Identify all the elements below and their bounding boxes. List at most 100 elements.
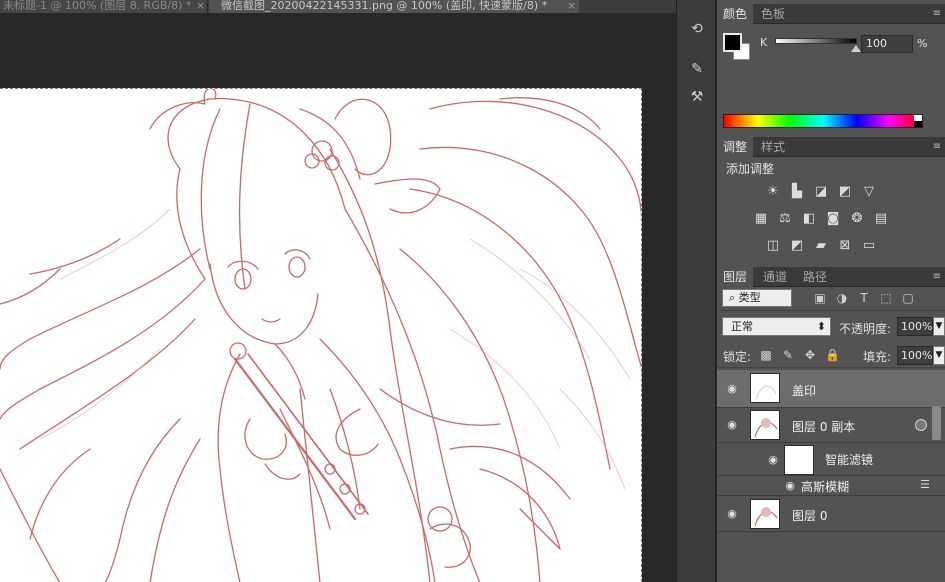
channel-label: K <box>760 36 768 49</box>
kind-filter-label: 类型 <box>738 291 761 304</box>
brush-presets-icon[interactable]: ✎ <box>684 58 710 80</box>
adjustments-panel-tabs: 调整 样式 ≡ <box>717 137 945 157</box>
tab-swatches[interactable]: 色板 <box>755 4 791 24</box>
blend-mode-label: 正常 <box>731 320 753 333</box>
slider-knob-icon[interactable] <box>851 45 861 52</box>
chevron-down-icon: ⬍ <box>816 320 826 333</box>
tool-presets-icon[interactable]: ⚒ <box>684 86 710 108</box>
tab-color[interactable]: 颜色 <box>717 4 754 24</box>
tab-styles[interactable]: 样式 <box>755 137 791 157</box>
lock-transparency-icon[interactable]: ▩ <box>759 348 773 362</box>
blend-row: 正常 ⬍ 不透明度: 100% ▼ <box>717 313 945 339</box>
hue-saturation-icon[interactable]: ▦ <box>753 212 769 226</box>
layer-thumbnail <box>750 410 780 440</box>
curves-icon[interactable]: ◪ <box>813 185 829 199</box>
panel-dock: ⟲ ✎ ⚒ <box>676 0 716 582</box>
tab-layers[interactable]: 图层 <box>717 267 754 287</box>
opacity-dropdown-icon[interactable]: ▼ <box>933 317 945 336</box>
layer-name: 盖印 <box>792 384 817 398</box>
posterize-icon[interactable]: ◩ <box>789 239 805 253</box>
layers-filter-bar: ⌕ 类型 ▣ ◑ T ⬚ ▢ <box>717 285 945 311</box>
history-icon[interactable]: ⟲ <box>684 18 710 40</box>
layer-kind-filter[interactable]: ⌕ 类型 <box>722 289 792 307</box>
layer-row-layer0-copy[interactable]: ◉ 图层 0 副本 <box>717 408 945 443</box>
layer-thumbnail <box>750 373 780 403</box>
fill-dropdown-icon[interactable]: ▼ <box>933 346 945 365</box>
layers-panel-tabs: 图层 通道 路径 ≡ <box>717 267 945 287</box>
search-icon: ⌕ <box>729 291 739 304</box>
threshold-icon[interactable]: ▰ <box>813 239 829 253</box>
lock-row: 锁定: ▩ ✎ ✥ 🔒 填充: 100% ▼ <box>717 342 945 368</box>
close-icon[interactable]: × <box>196 0 205 11</box>
tab-paths[interactable]: 路径 <box>797 267 833 287</box>
opacity-field[interactable]: 100% <box>897 317 933 336</box>
photo-filter-icon[interactable]: ◙ <box>825 212 841 226</box>
line-art-image <box>0 89 641 582</box>
type-filter-icon[interactable]: T <box>857 291 871 305</box>
foreground-color-swatch[interactable] <box>723 33 742 52</box>
exposure-icon[interactable]: ◩ <box>837 185 853 199</box>
opacity-label: 不透明度: <box>839 322 892 336</box>
vibrance-icon[interactable]: ▽ <box>861 185 877 199</box>
lock-position-icon[interactable]: ✥ <box>803 348 817 362</box>
layers-scrollbar[interactable] <box>932 406 941 440</box>
filter-blending-options-icon[interactable]: ☰ <box>920 478 930 491</box>
panel-menu-icon[interactable]: ≡ <box>933 267 941 287</box>
close-icon[interactable]: × <box>567 0 576 11</box>
blend-mode-select[interactable]: 正常 ⬍ <box>722 317 831 336</box>
fill-field[interactable]: 100% <box>897 346 933 365</box>
black-white-icon[interactable]: ◧ <box>801 212 817 226</box>
adjustments-title: 添加调整 <box>726 162 775 176</box>
layer-name: 智能滤镜 <box>825 453 874 467</box>
document-tab-label: 微信截图_20200422145331.png @ 100% (盖印, 快速蒙版… <box>221 0 548 12</box>
visibility-eye-icon[interactable]: ◉ <box>725 382 739 396</box>
document-tab-untitled[interactable]: 未标题-1 @ 100% (图层 8, RGB/8) * <box>0 0 208 13</box>
color-balance-icon[interactable]: ⚖ <box>777 212 793 226</box>
layer-name: 图层 0 副本 <box>792 420 856 434</box>
tab-channels[interactable]: 通道 <box>757 267 793 287</box>
smart-filter-badge-icon <box>915 419 927 431</box>
color-panel-tabs: 颜色 色板 ≡ <box>717 4 945 24</box>
smart-object-filter-icon[interactable]: ▢ <box>901 291 915 305</box>
adjustment-filter-icon[interactable]: ◑ <box>835 291 849 305</box>
channel-value-field[interactable]: 100 <box>861 35 913 53</box>
panel-menu-icon[interactable]: ≡ <box>933 137 941 157</box>
invert-icon[interactable]: ◫ <box>765 239 781 253</box>
brightness-contrast-icon[interactable]: ☀ <box>765 185 781 199</box>
layer-row-layer0[interactable]: ◉ 图层 0 <box>717 496 945 532</box>
layer-row-stamp[interactable]: ◉ 盖印 <box>717 370 945 408</box>
visibility-eye-icon[interactable]: ◉ <box>725 418 739 432</box>
panel-menu-icon[interactable]: ≡ <box>933 4 941 24</box>
lock-all-icon[interactable]: 🔒 <box>825 348 840 362</box>
filter-mask-thumbnail <box>784 445 814 475</box>
visibility-eye-icon[interactable]: ◉ <box>725 507 739 521</box>
document-canvas[interactable] <box>0 88 642 582</box>
fill-label: 填充: <box>863 350 892 364</box>
tab-adjustments[interactable]: 调整 <box>717 137 754 157</box>
percent-sign: % <box>917 37 928 50</box>
lock-image-icon[interactable]: ✎ <box>781 348 795 362</box>
color-lookup-icon[interactable]: ▤ <box>873 212 889 226</box>
layer-row-smart-filters[interactable]: ◉ 智能滤镜 <box>717 443 945 476</box>
visibility-eye-icon[interactable]: ◉ <box>766 453 780 467</box>
document-tab-screenshot[interactable]: 微信截图_20200422145331.png @ 100% (盖印, 快速蒙版… <box>209 0 579 13</box>
visibility-eye-icon[interactable]: ◉ <box>783 479 797 493</box>
document-tab-bar: 未标题-1 @ 100% (图层 8, RGB/8) * × 微信截图_2020… <box>0 0 676 13</box>
black-white-ramp[interactable] <box>914 115 922 127</box>
gradient-map-icon[interactable]: ▭ <box>861 239 877 253</box>
layer-name: 高斯模糊 <box>801 480 850 494</box>
shape-filter-icon[interactable]: ⬚ <box>879 291 893 305</box>
canvas-area[interactable] <box>0 13 676 582</box>
layer-row-gaussian-blur[interactable]: ◉ 高斯模糊 ☰ <box>717 476 945 496</box>
channel-slider[interactable] <box>775 38 857 44</box>
document-tab-label: 未标题-1 @ 100% (图层 8, RGB/8) * <box>3 0 192 12</box>
layer-name: 图层 0 <box>792 509 828 523</box>
pixel-filter-icon[interactable]: ▣ <box>813 291 827 305</box>
photoshop-window: 未标题-1 @ 100% (图层 8, RGB/8) * × 微信截图_2020… <box>0 0 945 582</box>
levels-icon[interactable]: ▙ <box>789 185 805 199</box>
lock-label: 锁定: <box>723 350 752 364</box>
channel-mixer-icon[interactable]: ❂ <box>849 212 865 226</box>
color-spectrum-ramp[interactable] <box>723 114 923 128</box>
selective-color-icon[interactable]: ⊠ <box>837 239 853 253</box>
right-panels: 颜色 色板 ≡ K 100 % 调整 样式 ≡ 添加调整 ☀ ▙ ◪ ◩ ▽ ▦… <box>717 0 945 582</box>
